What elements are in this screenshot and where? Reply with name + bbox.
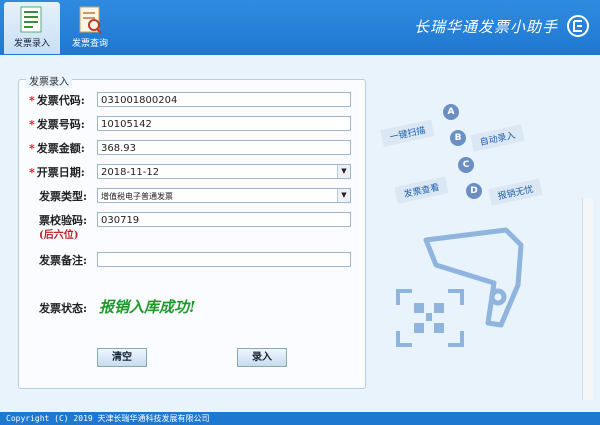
app-logo-icon	[567, 15, 589, 37]
status-label: 发票状态:	[39, 302, 88, 315]
query-tab-label: 发票查询	[71, 39, 108, 49]
required-mark: *	[29, 166, 35, 179]
code-label: 发票代码:	[36, 94, 85, 107]
number-label: 发票号码:	[36, 118, 85, 131]
remark-input[interactable]	[97, 252, 351, 267]
invoice-query-tab[interactable]: 发票查询	[62, 2, 118, 54]
type-select[interactable]: 增值税电子普通发票 ▼	[97, 188, 351, 203]
feature-tag-c: 发票查看	[394, 176, 449, 204]
clear-button[interactable]: 清空	[97, 348, 147, 367]
code-row: * 发票代码:	[29, 92, 85, 108]
date-value: 2018-11-12	[101, 167, 160, 178]
invoice-entry-tab[interactable]: 发票录入	[4, 2, 60, 54]
feature-tag-d: 报销无忧	[488, 178, 543, 206]
check-note: (后六位)	[39, 230, 79, 241]
feature-tag-b: 自动录入	[470, 124, 525, 152]
query-doc-icon	[79, 6, 102, 34]
feature-badge-c: C	[458, 157, 474, 173]
panel-legend: 发票录入	[26, 73, 72, 88]
required-mark: *	[29, 94, 35, 107]
feature-badge-d: D	[466, 183, 482, 199]
amount-label: 发票金额:	[36, 142, 85, 155]
vertical-scrollbar[interactable]	[582, 198, 593, 400]
app-title: 长瑞华通发票小助手	[413, 18, 558, 36]
code-input[interactable]: 031001800204	[97, 92, 351, 107]
feature-badge-a: A	[443, 104, 459, 120]
date-label: 开票日期:	[36, 166, 85, 179]
check-code-input[interactable]: 030719	[97, 212, 351, 227]
barcode-scanner-icon	[396, 227, 524, 347]
feature-illustration: 一键扫描 A B 自动录入 发票查看 C D 报销无忧	[368, 55, 580, 412]
date-picker[interactable]: 2018-11-12 ▼	[97, 164, 351, 179]
type-dropdown-icon[interactable]: ▼	[337, 189, 350, 202]
type-value: 增值税电子普通发票	[101, 192, 173, 201]
type-label: 发票类型:	[39, 190, 88, 203]
top-toolbar: 发票录入 发票查询 长瑞华通发票小助手	[0, 0, 600, 55]
number-input[interactable]: 10105142	[97, 116, 351, 131]
remark-label: 发票备注:	[39, 254, 88, 267]
footer-copyright: Copyright (C) 2019 天津长瑞华通科技发展有限公司	[0, 412, 600, 425]
invoice-entry-panel: * 发票代码: 031001800204 * 发票号码: 10105142 * 发票金…	[18, 79, 366, 389]
number-row: * 发票号码:	[29, 116, 85, 132]
entry-sheet-icon	[20, 6, 42, 33]
feature-tag-a: 一键扫描	[380, 119, 435, 147]
amount-row: * 发票金额:	[29, 140, 85, 156]
required-mark: *	[29, 118, 35, 131]
amount-input[interactable]: 368.93	[97, 140, 351, 155]
status-message: 报销入库成功!	[99, 298, 196, 316]
date-dropdown-icon[interactable]: ▼	[337, 165, 350, 178]
feature-badge-b: B	[450, 130, 466, 146]
required-mark: *	[29, 142, 35, 155]
date-row: * 开票日期:	[29, 164, 85, 180]
submit-button[interactable]: 录入	[237, 348, 287, 367]
entry-tab-label: 发票录入	[13, 39, 50, 49]
